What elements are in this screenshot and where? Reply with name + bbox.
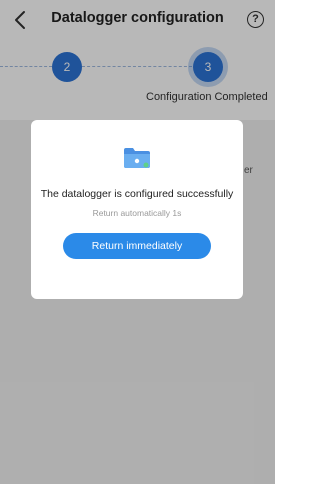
success-dialog: The datalogger is configured successfull… [31,120,243,299]
folder-icon [124,148,150,168]
return-immediately-button[interactable]: Return immediately [63,233,211,259]
countdown-text: Return automatically 1s [92,208,182,218]
app-screen: Datalogger configuration ? 2 3 Configura… [0,0,275,484]
success-message: The datalogger is configured successfull… [40,188,234,200]
